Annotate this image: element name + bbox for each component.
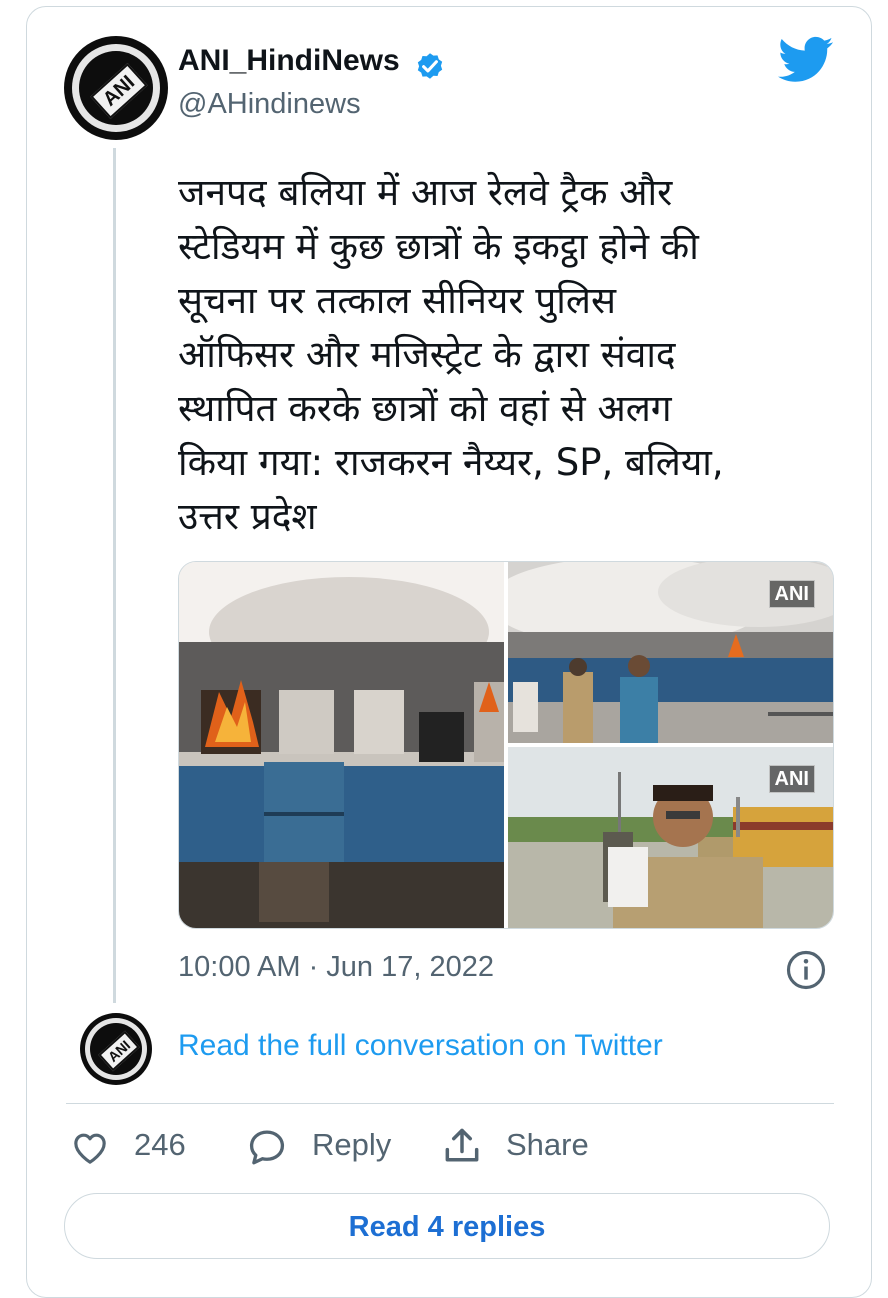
read-full-conversation-link[interactable]: Read the full conversation on Twitter xyxy=(178,1029,663,1063)
twitter-bird-icon[interactable] xyxy=(778,36,834,84)
display-name[interactable]: ANI_HindiNews xyxy=(178,44,400,78)
handle[interactable]: @AHindinews xyxy=(178,88,361,121)
media-grid[interactable]: ANI ANI xyxy=(178,561,834,929)
avatar-small[interactable]: ANI xyxy=(80,1013,152,1085)
share-icon[interactable] xyxy=(440,1124,484,1168)
divider xyxy=(66,1103,834,1104)
share-button[interactable]: Share xyxy=(506,1127,589,1163)
read-replies-button[interactable]: Read 4 replies xyxy=(64,1193,830,1259)
like-count[interactable]: 246 xyxy=(134,1127,186,1163)
photo-train-fire-police[interactable]: ANI xyxy=(508,562,833,743)
reply-button[interactable]: Reply xyxy=(312,1127,391,1163)
tweet-timestamp[interactable]: 10:00 AM · Jun 17, 2022 xyxy=(178,951,494,984)
heart-icon[interactable] xyxy=(70,1128,110,1168)
avatar[interactable]: ANI xyxy=(64,36,168,140)
tweet-text: जनपद बलिया में आज रेलवे ट्रैक और स्टेडिय… xyxy=(178,171,724,538)
photo-burning-coach[interactable] xyxy=(179,562,504,928)
watermark: ANI xyxy=(768,765,815,793)
watermark: ANI xyxy=(768,580,815,608)
thread-line xyxy=(113,148,116,1003)
verified-badge-icon xyxy=(417,53,443,79)
photo-police-officer[interactable]: ANI xyxy=(508,747,833,928)
info-icon[interactable] xyxy=(785,949,827,991)
reply-icon[interactable] xyxy=(246,1126,288,1168)
